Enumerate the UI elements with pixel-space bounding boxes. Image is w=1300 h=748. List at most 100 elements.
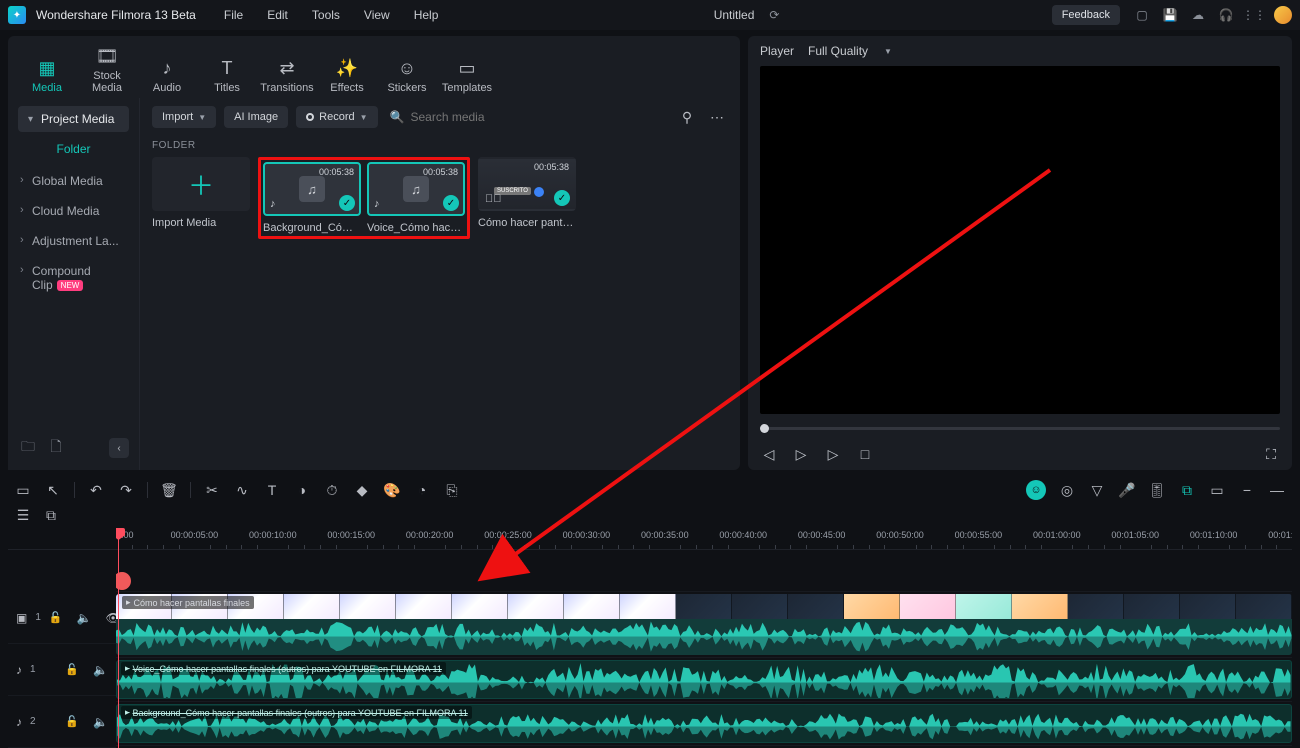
- menu-view[interactable]: View: [354, 4, 400, 26]
- mute-icon[interactable]: 🔈: [93, 715, 108, 729]
- mic-icon[interactable]: 🎤: [1118, 481, 1136, 499]
- player-label[interactable]: Player: [760, 44, 794, 58]
- progress-handle[interactable]: [760, 424, 769, 433]
- record-button[interactable]: Record▼: [296, 106, 377, 128]
- project-settings-icon[interactable]: ⟳: [766, 7, 782, 23]
- player-progress[interactable]: [748, 414, 1292, 438]
- tab-audio[interactable]: ♪Audio: [140, 58, 194, 94]
- track-manager-icon[interactable]: ☰: [14, 506, 32, 524]
- headphones-icon[interactable]: 🎧: [1218, 7, 1234, 23]
- new-folder-icon[interactable]: 🗀: [18, 438, 38, 458]
- target-icon[interactable]: ◎: [1058, 481, 1076, 499]
- layout-icon[interactable]: ▢: [1134, 7, 1150, 23]
- search-media[interactable]: 🔍: [386, 110, 668, 124]
- menu-tools[interactable]: Tools: [302, 4, 350, 26]
- menu-file[interactable]: File: [214, 4, 253, 26]
- save-icon[interactable]: 💾: [1162, 7, 1178, 23]
- tab-stock-media[interactable]: 🎞Stock Media: [80, 46, 134, 94]
- feedback-button[interactable]: Feedback: [1052, 5, 1120, 25]
- import-media-tile[interactable]: ＋ Import Media: [152, 157, 250, 229]
- marker-icon[interactable]: ▽: [1088, 481, 1106, 499]
- mask-icon[interactable]: ◔: [413, 481, 431, 499]
- tab-media[interactable]: ▦Media: [20, 58, 74, 94]
- sidebar-item-global[interactable]: Global Media: [8, 166, 139, 196]
- zoom-out-icon[interactable]: −: [1238, 481, 1256, 499]
- snap-icon[interactable]: ⧉: [1178, 481, 1196, 499]
- more-icon[interactable]: ⋯: [706, 106, 728, 128]
- filter-icon[interactable]: ⚲: [676, 106, 698, 128]
- video-clip[interactable]: ▸Cómo hacer pantallas finales: [116, 594, 1292, 655]
- fit-icon[interactable]: ▭: [1208, 481, 1226, 499]
- sidebar-item-adjustment[interactable]: Adjustment La...: [8, 226, 139, 256]
- audio1-track-head[interactable]: ♪ 1 🔓 🔈: [8, 644, 116, 696]
- redo-icon[interactable]: ↷: [117, 481, 135, 499]
- select-tool-icon[interactable]: ▭: [14, 481, 32, 499]
- audio-lane-2[interactable]: ▸Background_Cómo hacer pantallas finales…: [116, 702, 1292, 746]
- new-bin-icon[interactable]: 🗋: [46, 438, 66, 458]
- apps-icon[interactable]: ⋮⋮: [1246, 7, 1262, 23]
- user-avatar[interactable]: [1274, 6, 1292, 24]
- search-input[interactable]: [410, 110, 530, 124]
- play-icon[interactable]: ▷: [792, 446, 810, 463]
- tab-stickers[interactable]: ☺Stickers: [380, 58, 434, 94]
- audio2-track-head[interactable]: ♪ 2 🔓 🔈: [8, 696, 116, 748]
- menu-edit[interactable]: Edit: [257, 4, 298, 26]
- media-item[interactable]: 00:05:38 SUSCRITO ▸⃞ ✓ Cómo hacer pantal…: [478, 157, 576, 229]
- link-icon[interactable]: ⎘: [443, 481, 461, 499]
- video-lane[interactable]: ▸Cómo hacer pantallas finales: [116, 592, 1292, 658]
- zoom-slider-icon[interactable]: —: [1268, 481, 1286, 499]
- next-frame-icon[interactable]: ▷: [824, 446, 842, 463]
- keyframe-icon[interactable]: ◆: [353, 481, 371, 499]
- stock-icon: 🎞: [80, 46, 134, 66]
- audio-lane-1[interactable]: ▸Voice_Cómo hacer pantallas finales (out…: [116, 658, 1292, 702]
- prev-frame-icon[interactable]: ◁: [760, 446, 778, 463]
- color-icon[interactable]: 🎨: [383, 481, 401, 499]
- speed-icon[interactable]: ⏱: [323, 481, 341, 499]
- audio-clip[interactable]: ▸Voice_Cómo hacer pantallas finales (out…: [116, 660, 1292, 699]
- menu-help[interactable]: Help: [404, 4, 449, 26]
- media-item[interactable]: 00:05:38 ♫ ♪ ✓ Voice_Cómo hacer pa...: [367, 162, 465, 234]
- mute-icon[interactable]: 🔈: [93, 663, 108, 677]
- cursor-tool-icon[interactable]: ↖: [44, 481, 62, 499]
- lock-icon[interactable]: 🔓: [65, 663, 79, 676]
- ai-image-button[interactable]: AI Image: [224, 106, 288, 128]
- chevron-down-icon: ▼: [884, 47, 892, 56]
- empty-lane[interactable]: [116, 550, 1292, 592]
- stop-icon[interactable]: □: [856, 446, 874, 462]
- sidebar-item-cloud[interactable]: Cloud Media: [8, 196, 139, 226]
- like-icon: [534, 187, 544, 197]
- tab-templates[interactable]: ▭Templates: [440, 58, 494, 94]
- playhead[interactable]: [118, 528, 119, 748]
- cloud-upload-icon[interactable]: ☁: [1190, 7, 1206, 23]
- sidebar-header[interactable]: ▾Project Media: [18, 106, 129, 132]
- audio-clip[interactable]: ▸Background_Cómo hacer pantallas finales…: [116, 704, 1292, 743]
- audio-tool-icon[interactable]: ∿: [233, 481, 251, 499]
- sidebar-item-compound[interactable]: Compound ClipNEW: [8, 256, 139, 300]
- media-item[interactable]: 00:05:38 ♫ ♪ ✓ Background_Cómo ha...: [263, 162, 361, 234]
- tab-effects[interactable]: ✨Effects: [320, 58, 374, 94]
- video-track-head[interactable]: ▣ 1 🔓 🔈 👁: [8, 592, 116, 644]
- collapse-sidebar-icon[interactable]: ‹: [109, 438, 129, 458]
- tab-transitions[interactable]: ⇄Transitions: [260, 58, 314, 94]
- expand-icon[interactable]: ⛶: [1262, 446, 1280, 463]
- undo-icon[interactable]: ↶: [87, 481, 105, 499]
- media-tabs: ▦Media 🎞Stock Media ♪Audio TTitles ⇄Tran…: [8, 36, 740, 98]
- player-viewport[interactable]: [760, 66, 1280, 414]
- timeline-ruler[interactable]: 00:00:0000:00:05:0000:00:10:0000:00:15:0…: [116, 528, 1292, 550]
- import-button[interactable]: Import▼: [152, 106, 216, 128]
- text-tool-icon[interactable]: T: [263, 481, 281, 499]
- mixer-icon[interactable]: 🎚: [1148, 481, 1166, 499]
- lock-icon[interactable]: 🔓: [65, 715, 79, 728]
- player-quality-select[interactable]: Full Quality▼: [808, 44, 892, 58]
- tab-titles[interactable]: TTitles: [200, 58, 254, 94]
- split-icon[interactable]: ✂: [203, 481, 221, 499]
- delete-icon[interactable]: 🗑: [160, 481, 178, 499]
- check-icon: ✓: [554, 190, 570, 206]
- magnet-icon[interactable]: ⧉: [42, 506, 60, 524]
- lock-icon[interactable]: 🔓: [49, 611, 63, 624]
- crop-icon[interactable]: ◑: [293, 481, 311, 499]
- sidebar-folder[interactable]: Folder: [8, 136, 139, 166]
- ai-assistant-icon[interactable]: ☺: [1026, 480, 1046, 500]
- mute-icon[interactable]: 🔈: [77, 611, 92, 625]
- timeline-lanes[interactable]: 00:00:0000:00:05:0000:00:10:0000:00:15:0…: [116, 528, 1292, 748]
